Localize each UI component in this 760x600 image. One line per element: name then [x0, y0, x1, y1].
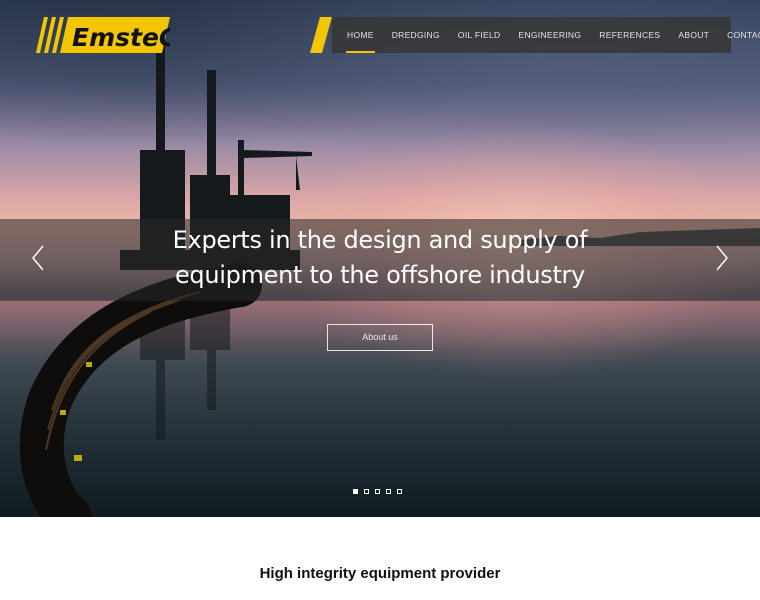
hero-headline: Experts in the design and supply of equi… — [0, 223, 760, 293]
nav-item-about[interactable]: ABOUT — [669, 17, 718, 53]
logo-graphic: EmsteC — [36, 17, 178, 53]
chevron-right-icon — [716, 245, 728, 271]
slide-dot-5[interactable] — [397, 489, 402, 494]
section-tagline: High integrity equipment provider — [259, 565, 501, 582]
logo-wordmark: EmsteC — [72, 23, 170, 52]
headline-line-1: Experts in the design and supply of — [172, 226, 588, 254]
slide-dot-2[interactable] — [364, 489, 369, 494]
headline-line-2: equipment to the offshore industry — [174, 261, 586, 289]
nav-item-dredging[interactable]: DREDGING — [383, 17, 449, 53]
nav-accent-stripe — [310, 17, 332, 53]
main-nav: HOME DREDGING OIL FIELD ENGINEERING REFE… — [310, 17, 760, 53]
nav-item-oil-field[interactable]: OIL FIELD — [449, 17, 510, 53]
emstec-logo[interactable]: EmsteC — [30, 17, 178, 53]
chevron-left-icon — [32, 245, 44, 271]
slide-dot-3[interactable] — [375, 489, 380, 494]
slide-dot-4[interactable] — [386, 489, 391, 494]
nav-item-contact[interactable]: CONTACT — [718, 17, 760, 53]
nav-item-engineering[interactable]: ENGINEERING — [509, 17, 590, 53]
nav-item-home[interactable]: HOME — [338, 17, 383, 53]
nav-item-references[interactable]: REFERENCES — [590, 17, 669, 53]
slide-dot-1[interactable] — [353, 489, 358, 494]
slider-pagination — [353, 489, 402, 494]
slider-prev-button[interactable] — [30, 244, 46, 272]
slider-next-button[interactable] — [714, 244, 730, 272]
about-us-button[interactable]: About us — [327, 324, 433, 351]
nav-bar: HOME DREDGING OIL FIELD ENGINEERING REFE… — [332, 17, 760, 53]
